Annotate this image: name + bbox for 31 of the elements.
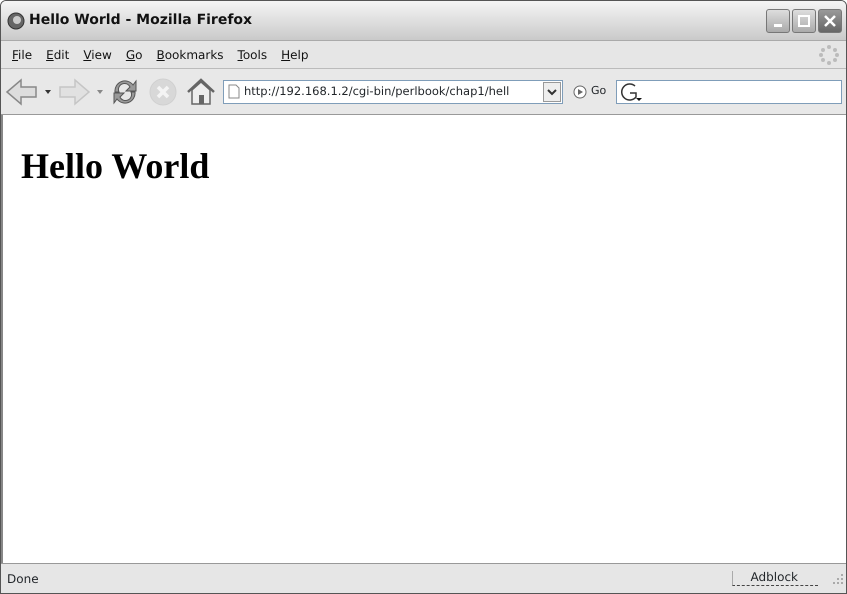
go-button[interactable]: Go: [569, 83, 610, 100]
menu-item[interactable]: Bookmarks: [149, 46, 231, 64]
minimize-button[interactable]: [766, 8, 790, 32]
dropdown-arrow-icon[interactable]: [45, 90, 51, 94]
maximize-icon: [798, 14, 810, 26]
throbber-icon: [818, 44, 840, 66]
search-field[interactable]: [616, 80, 842, 104]
menu-item[interactable]: Tools: [230, 46, 274, 64]
menu-item[interactable]: Edit: [39, 46, 76, 64]
browser-logo-icon: [7, 12, 25, 30]
back-button[interactable]: [5, 78, 39, 106]
status-panel-link[interactable]: Adblock: [732, 571, 818, 586]
window-title: Hello World - Mozilla Firefox: [29, 11, 254, 30]
minimize-icon: [774, 24, 782, 27]
menu-item[interactable]: Help: [274, 46, 316, 64]
page-heading: Hello World: [21, 145, 210, 188]
dropdown-button[interactable]: [543, 82, 561, 102]
menu-item[interactable]: Go: [118, 46, 150, 64]
page-icon: [228, 84, 240, 99]
status-text: Done: [6, 570, 40, 588]
home-icon[interactable]: [185, 76, 217, 108]
close-icon: [823, 14, 837, 28]
search-engine-icon[interactable]: [620, 82, 644, 102]
resize-grip-icon[interactable]: [832, 572, 844, 584]
chevron-down-icon: [547, 88, 557, 96]
close-button[interactable]: [818, 8, 842, 32]
play-circle-icon: [573, 84, 587, 98]
maximize-button[interactable]: [792, 8, 816, 32]
menu-item[interactable]: View: [76, 46, 119, 64]
menu-item[interactable]: File: [5, 46, 40, 64]
address-field[interactable]: http://192.168.1.2/cgi-bin/perlbook/chap1/hell: [223, 80, 563, 104]
